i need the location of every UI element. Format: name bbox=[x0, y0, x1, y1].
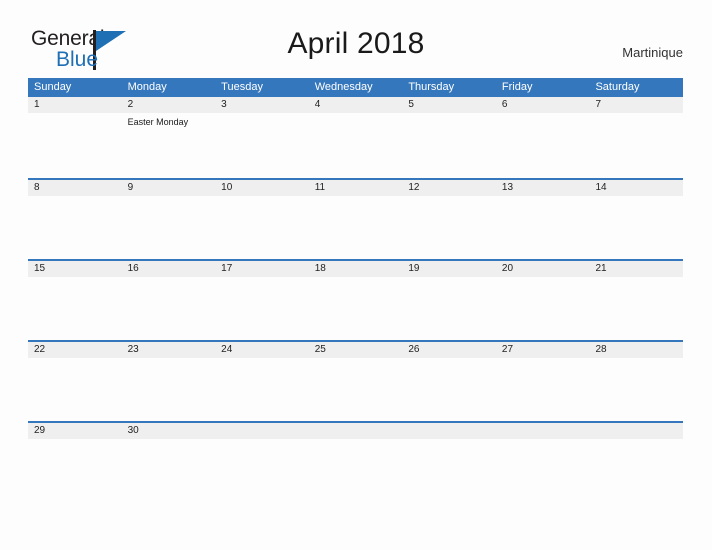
week-date-band: 15 16 17 18 19 20 21 bbox=[28, 261, 683, 277]
day-cell[interactable] bbox=[122, 358, 216, 421]
day-cell[interactable] bbox=[122, 277, 216, 340]
weekday-header-row: Sunday Monday Tuesday Wednesday Thursday Frid… bbox=[28, 78, 683, 97]
calendar-week-row: 22 23 24 25 26 27 28 bbox=[28, 340, 683, 421]
calendar-grid: Sunday Monday Tuesday Wednesday Thursday Frid… bbox=[28, 78, 683, 502]
day-number[interactable]: 13 bbox=[496, 180, 590, 196]
weekday-header-wednesday: Wednesday bbox=[314, 81, 373, 93]
week-date-band: 8 9 10 11 12 13 14 bbox=[28, 180, 683, 196]
weekday-header-thursday: Thursday bbox=[408, 81, 455, 93]
day-number[interactable]: 2 bbox=[122, 97, 216, 113]
week-body-band: Easter Monday bbox=[28, 113, 683, 176]
day-number[interactable]: 22 bbox=[28, 342, 122, 358]
calendar-weeks: 1 2 3 4 5 6 7 Easter Monday 8 9 10 11 12 13 14 15 16 17 18… bbox=[28, 97, 683, 502]
day-number[interactable]: 11 bbox=[309, 180, 403, 196]
day-cell[interactable] bbox=[496, 196, 590, 259]
day-cell[interactable] bbox=[215, 196, 309, 259]
day-number[interactable]: 12 bbox=[402, 180, 496, 196]
day-cell[interactable] bbox=[215, 113, 309, 176]
day-cell[interactable] bbox=[309, 439, 403, 502]
day-cell[interactable] bbox=[402, 113, 496, 176]
day-number[interactable]: 30 bbox=[122, 423, 216, 439]
calendar-week-row: 1 2 3 4 5 6 7 Easter Monday bbox=[28, 97, 683, 178]
day-cell[interactable] bbox=[309, 277, 403, 340]
day-number[interactable]: 6 bbox=[496, 97, 590, 113]
page-header: General Blue April 2018 Martinique bbox=[0, 0, 712, 70]
day-number[interactable]: 25 bbox=[309, 342, 403, 358]
day-cell[interactable] bbox=[28, 358, 122, 421]
day-cell[interactable] bbox=[402, 439, 496, 502]
day-cell[interactable] bbox=[215, 358, 309, 421]
day-cell[interactable] bbox=[496, 277, 590, 340]
day-number[interactable]: 15 bbox=[28, 261, 122, 277]
calendar-week-row: 8 9 10 11 12 13 14 bbox=[28, 178, 683, 259]
day-cell[interactable] bbox=[589, 439, 683, 502]
week-body-band bbox=[28, 277, 683, 340]
day-cell[interactable] bbox=[589, 113, 683, 176]
week-date-band: 22 23 24 25 26 27 28 bbox=[28, 342, 683, 358]
day-cell[interactable] bbox=[402, 196, 496, 259]
day-cell[interactable] bbox=[589, 196, 683, 259]
calendar-week-row: 29 30 bbox=[28, 421, 683, 502]
day-number[interactable]: 29 bbox=[28, 423, 122, 439]
calendar-week-row: 15 16 17 18 19 20 21 bbox=[28, 259, 683, 340]
day-cell[interactable] bbox=[309, 358, 403, 421]
week-body-band bbox=[28, 358, 683, 421]
week-body-band bbox=[28, 196, 683, 259]
day-number[interactable]: 5 bbox=[402, 97, 496, 113]
day-cell[interactable] bbox=[122, 196, 216, 259]
day-number[interactable]: 26 bbox=[402, 342, 496, 358]
day-number[interactable]: 23 bbox=[122, 342, 216, 358]
day-number[interactable]: 1 bbox=[28, 97, 122, 113]
day-number[interactable]: 27 bbox=[496, 342, 590, 358]
day-cell[interactable] bbox=[28, 196, 122, 259]
day-cell[interactable] bbox=[496, 113, 590, 176]
weekday-header-monday: Monday bbox=[127, 81, 167, 93]
week-date-band: 29 30 bbox=[28, 423, 683, 439]
day-number[interactable]: 17 bbox=[215, 261, 309, 277]
day-cell[interactable] bbox=[215, 439, 309, 502]
day-cell[interactable] bbox=[28, 277, 122, 340]
day-number[interactable]: 8 bbox=[28, 180, 122, 196]
day-cell[interactable] bbox=[28, 113, 122, 176]
location-label: Martinique bbox=[622, 45, 683, 60]
day-number[interactable]: 19 bbox=[402, 261, 496, 277]
day-cell[interactable] bbox=[402, 277, 496, 340]
day-cell[interactable] bbox=[28, 439, 122, 502]
day-cell[interactable]: Easter Monday bbox=[122, 113, 216, 176]
page-title: April 2018 bbox=[287, 27, 425, 60]
day-cell[interactable] bbox=[496, 439, 590, 502]
day-cell[interactable] bbox=[122, 439, 216, 502]
day-cell[interactable] bbox=[309, 113, 403, 176]
day-cell[interactable] bbox=[309, 196, 403, 259]
day-number[interactable]: 10 bbox=[215, 180, 309, 196]
week-date-band: 1234567 bbox=[28, 97, 683, 113]
day-number[interactable]: 9 bbox=[122, 180, 216, 196]
weekday-header-sunday: Sunday bbox=[34, 81, 72, 93]
day-number[interactable]: 3 bbox=[215, 97, 309, 113]
weekday-header-tuesday: Tuesday bbox=[221, 81, 263, 93]
day-cell[interactable] bbox=[496, 358, 590, 421]
day-cell[interactable] bbox=[589, 277, 683, 340]
day-event-label: Easter Monday bbox=[127, 117, 189, 127]
day-number[interactable]: 21 bbox=[589, 261, 683, 277]
day-number[interactable]: 4 bbox=[309, 97, 403, 113]
day-number[interactable]: 24 bbox=[215, 342, 309, 358]
calendar-page: General Blue April 2018 Martinique Sunda… bbox=[0, 0, 712, 550]
day-number[interactable]: 20 bbox=[496, 261, 590, 277]
day-number[interactable]: 18 bbox=[309, 261, 403, 277]
day-number[interactable]: 16 bbox=[122, 261, 216, 277]
day-number[interactable]: 14 bbox=[589, 180, 683, 196]
weekday-header-friday: Friday bbox=[501, 81, 533, 93]
day-number[interactable]: 28 bbox=[589, 342, 683, 358]
day-number[interactable]: 7 bbox=[589, 97, 683, 113]
week-body-band bbox=[28, 439, 683, 502]
day-cell[interactable] bbox=[402, 358, 496, 421]
day-cell[interactable] bbox=[589, 358, 683, 421]
day-cell[interactable] bbox=[215, 277, 309, 340]
weekday-header-saturday: Saturday bbox=[595, 81, 640, 93]
